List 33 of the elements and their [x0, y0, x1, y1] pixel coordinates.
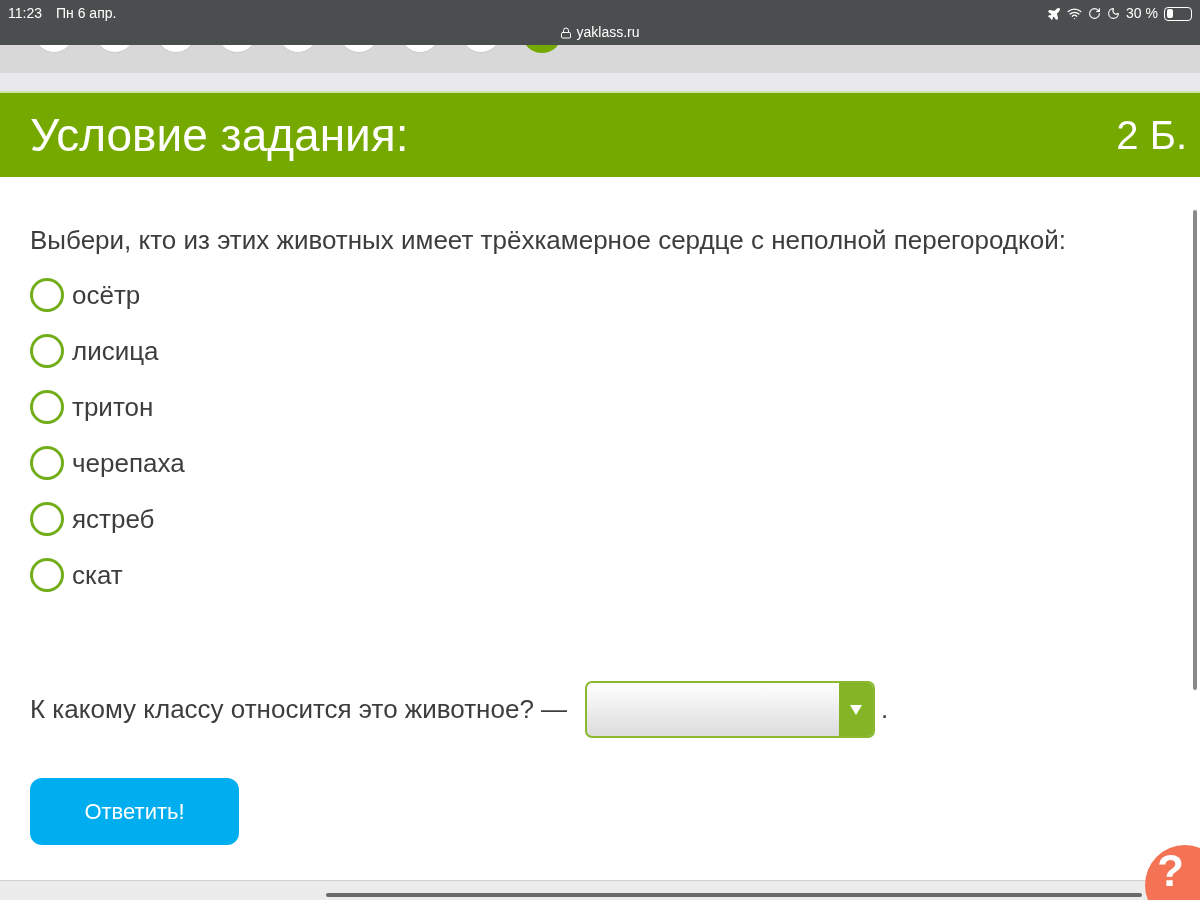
lock-icon — [560, 26, 573, 39]
caret-icon — [850, 704, 863, 715]
page-url: yaklass.ru — [576, 23, 640, 42]
option-label: тритон — [72, 390, 154, 424]
radio-button[interactable] — [30, 558, 64, 592]
period-text: . — [881, 693, 889, 726]
airplane-icon — [1047, 6, 1062, 21]
scrollbar-thumb[interactable] — [1193, 210, 1197, 690]
answer-dropdown[interactable] — [585, 681, 876, 738]
status-time: 11:23 — [8, 4, 42, 23]
rotation-lock-icon — [1088, 7, 1102, 20]
option-label: лисица — [72, 334, 159, 368]
radio-button[interactable] — [30, 446, 64, 480]
option-label: черепаха — [72, 446, 185, 480]
submit-button[interactable]: Ответить! — [30, 778, 239, 845]
task-points: 2 Б. — [1116, 112, 1187, 159]
battery-icon — [1164, 6, 1192, 21]
question-text: Выбери, кто из этих животных имеет трёхкамерное сердце с неполной перегородкой: — [30, 224, 1067, 257]
option-label: ястреб — [72, 502, 155, 536]
followup-question: К какому классу относится это животное? — — [30, 693, 568, 726]
radio-button[interactable] — [30, 502, 64, 536]
moon-icon — [1107, 7, 1121, 20]
option-label: осётр — [72, 278, 141, 312]
home-indicator[interactable] — [326, 893, 1142, 897]
radio-button[interactable] — [30, 278, 64, 312]
task-title: Условие задания: — [30, 107, 409, 163]
battery-percent: 30 % — [1126, 4, 1158, 23]
status-date: Пн 6 апр. — [56, 4, 117, 23]
wifi-icon — [1067, 6, 1083, 21]
radio-button[interactable] — [30, 390, 64, 424]
help-button[interactable]: ? — [1145, 845, 1200, 900]
radio-button[interactable] — [30, 334, 64, 368]
option-label: скат — [72, 558, 123, 592]
